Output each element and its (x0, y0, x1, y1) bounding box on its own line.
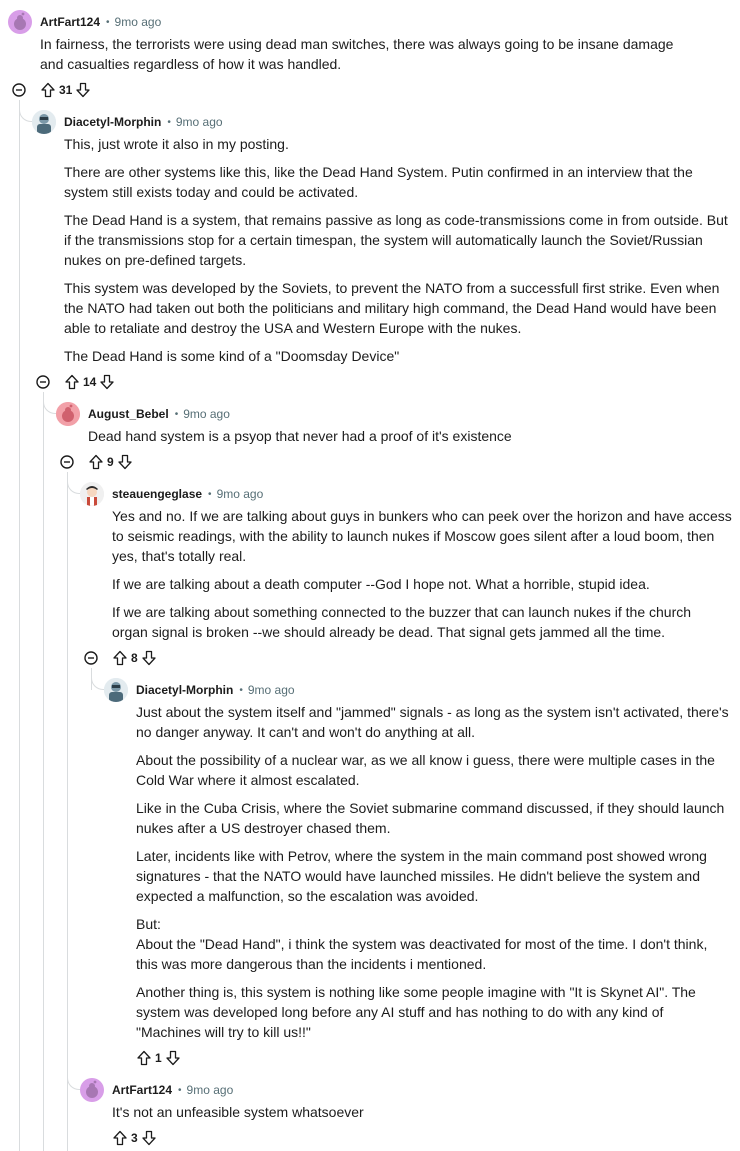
avatar[interactable] (32, 110, 56, 134)
comment-timestamp[interactable]: 9mo ago (217, 487, 264, 501)
collapse-button[interactable] (83, 650, 99, 666)
comment-text: This system was developed by the Soviets… (64, 280, 720, 336)
separator-dot: • (208, 488, 212, 500)
comment-author[interactable]: Diacetyl-Morphin (64, 115, 161, 129)
thread-connector (19, 100, 33, 122)
comment-text: This, just wrote it also in my posting. (64, 136, 289, 152)
comment-text: Just about the system itself and "jammed… (136, 704, 729, 740)
collapse-button[interactable] (11, 82, 27, 98)
comment-timestamp[interactable]: 9mo ago (176, 115, 223, 129)
comment-author[interactable]: August_Bebel (88, 407, 169, 421)
comment-text: The Dead Hand is some kind of a "Doomsda… (64, 348, 400, 364)
downvote-arrow-icon[interactable] (99, 374, 115, 390)
collapse-minus-icon (36, 375, 50, 389)
vote-count: 14 (83, 375, 97, 389)
comment-timestamp[interactable]: 9mo ago (115, 15, 162, 29)
comment-timestamp[interactable]: 9mo ago (187, 1083, 234, 1097)
downvote-arrow-icon[interactable] (141, 1130, 157, 1146)
avatar[interactable] (56, 402, 80, 426)
thread-line-1[interactable] (19, 100, 20, 1151)
thread-line-3[interactable] (67, 472, 68, 1151)
comment-text: But: About the "Dead Hand", i think the … (136, 916, 708, 972)
comment-author[interactable]: Diacetyl-Morphin (136, 683, 233, 697)
upvote-arrow-icon[interactable] (88, 454, 104, 470)
comment-text: If we are talking about something connec… (112, 604, 692, 640)
collapse-button[interactable] (59, 454, 75, 470)
upvote-arrow-icon[interactable] (40, 82, 56, 98)
comment-text: In fairness, the terrorists were using d… (40, 36, 674, 72)
comment-timestamp[interactable]: 9mo ago (248, 683, 295, 697)
thread-line-2[interactable] (43, 392, 44, 1151)
separator-dot: • (106, 16, 110, 28)
upvote-arrow-icon[interactable] (112, 650, 128, 666)
comment-text: There are other systems like this, like … (64, 164, 693, 200)
separator-dot: • (174, 408, 179, 420)
thread-connector (43, 392, 57, 414)
collapse-minus-icon (12, 83, 26, 97)
comment-text: It's not an unfeasible system whatsoever (112, 1104, 364, 1120)
comment-text: The Dead Hand is a system, that remains … (64, 212, 728, 268)
avatar[interactable] (104, 678, 128, 702)
downvote-arrow-icon[interactable] (141, 650, 157, 666)
thread-connector (67, 472, 81, 494)
collapse-minus-icon (60, 455, 74, 469)
comment-author[interactable]: ArtFart124 (112, 1083, 172, 1097)
comment-text: If we are talking about a death computer… (112, 576, 650, 592)
comment-timestamp[interactable]: 9mo ago (183, 407, 230, 421)
comment-author[interactable]: steauengeglase (112, 487, 202, 501)
comment-text: Dead hand system is a psyop that never h… (88, 428, 512, 444)
vote-count: 3 (131, 1131, 138, 1145)
comment-text: Yes and no. If we are talking about guys… (112, 508, 732, 564)
avatar[interactable] (80, 482, 104, 506)
comment-text: Later, incidents like with Petrov, where… (136, 848, 707, 904)
upvote-arrow-icon[interactable] (112, 1130, 128, 1146)
comment-text: About the possibility of a nuclear war, … (136, 752, 715, 788)
vote-count: 9 (107, 455, 114, 469)
upvote-arrow-icon[interactable] (136, 1050, 152, 1066)
downvote-arrow-icon[interactable] (75, 82, 91, 98)
comment-author[interactable]: ArtFart124 (40, 15, 100, 29)
separator-dot: • (239, 684, 243, 696)
collapse-button[interactable] (35, 374, 51, 390)
avatar[interactable] (80, 1078, 104, 1102)
vote-count: 1 (155, 1051, 162, 1065)
collapse-minus-icon (84, 651, 98, 665)
vote-count: 31 (59, 83, 73, 97)
downvote-arrow-icon[interactable] (117, 454, 133, 470)
thread-connector (91, 668, 105, 690)
comment-text: Another thing is, this system is nothing… (136, 984, 696, 1040)
separator-dot: • (167, 116, 171, 128)
downvote-arrow-icon[interactable] (165, 1050, 181, 1066)
separator-dot: • (178, 1084, 182, 1096)
thread-connector (67, 1068, 81, 1090)
comment-text: Like in the Cuba Crisis, where the Sovie… (136, 800, 725, 836)
vote-count: 8 (131, 651, 138, 665)
avatar[interactable] (8, 10, 32, 34)
upvote-arrow-icon[interactable] (64, 374, 80, 390)
